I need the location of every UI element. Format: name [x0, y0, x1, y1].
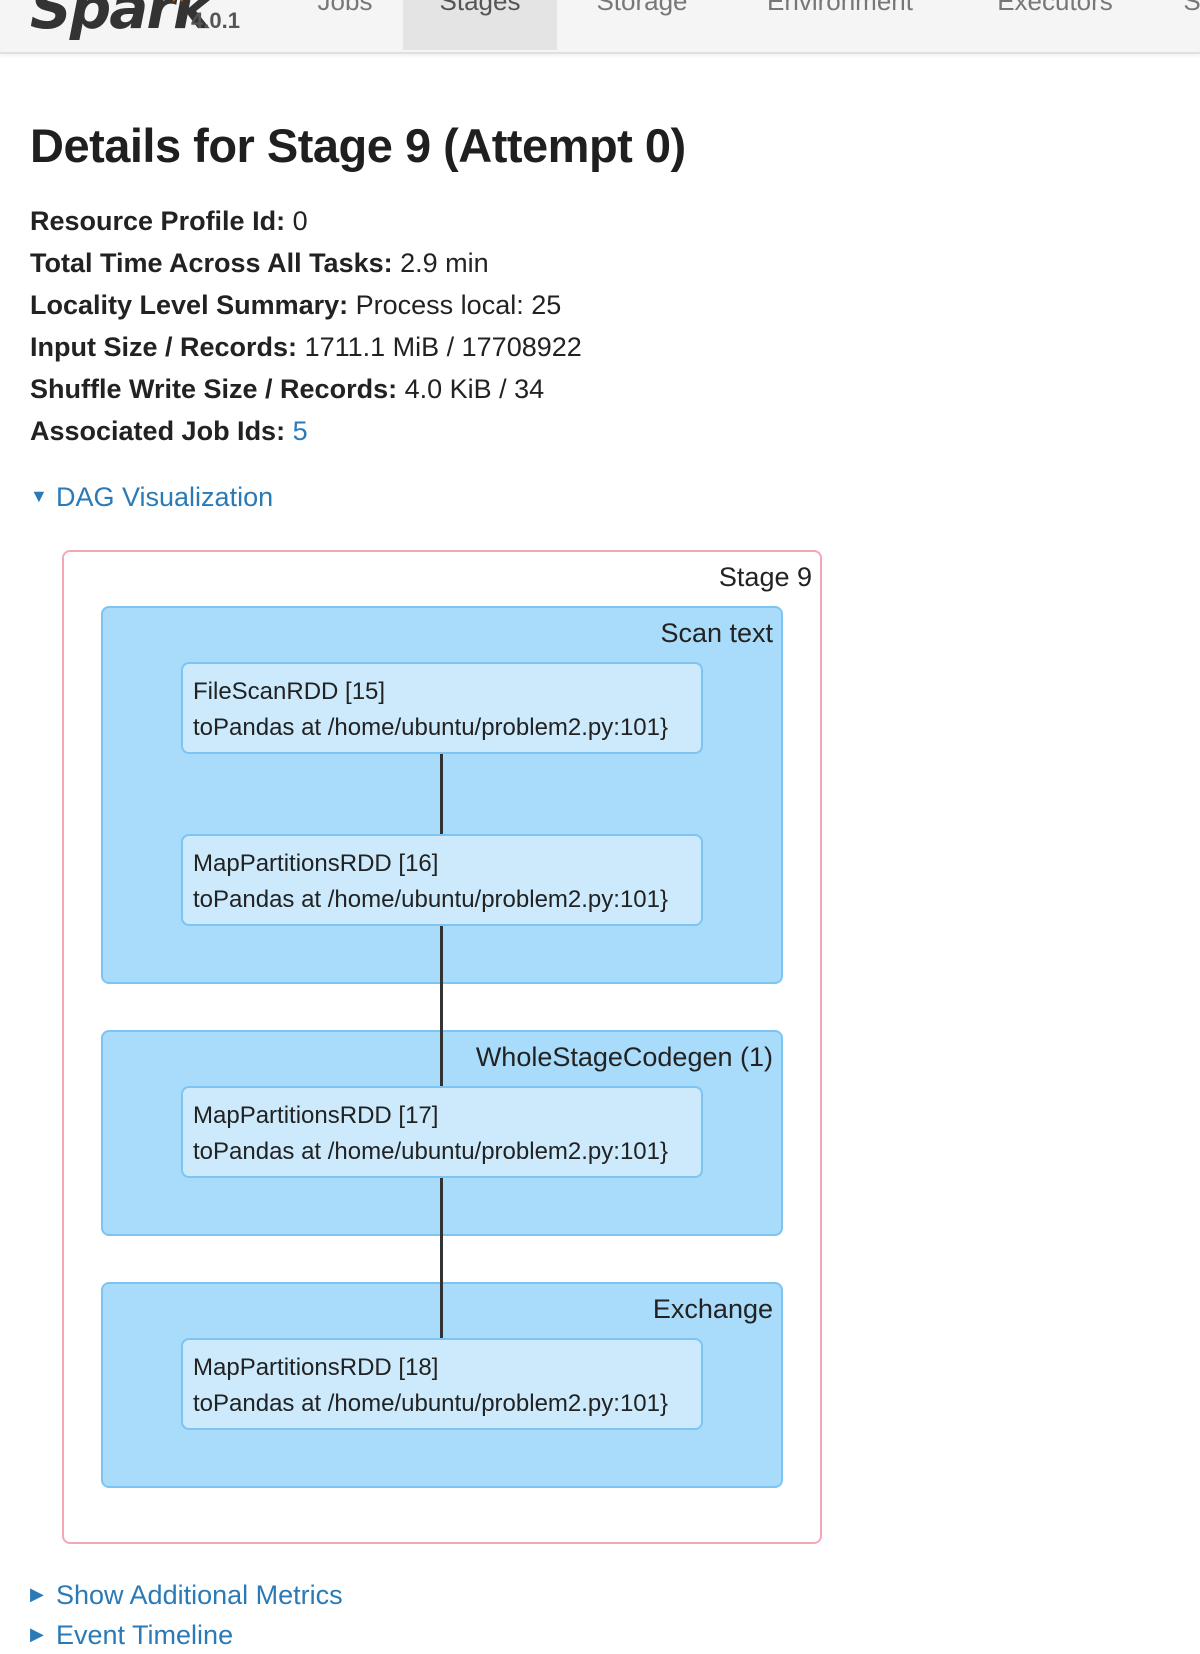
stage-summary-list: Resource Profile Id: 0 Total Time Across…	[30, 200, 582, 452]
summary-item-job-ids: Associated Job Ids: 5	[30, 416, 308, 446]
tab-jobs[interactable]: Jobs	[290, 0, 400, 50]
rdd-name: MapPartitionsRDD [17]	[193, 1102, 439, 1129]
rdd-name: MapPartitionsRDD [16]	[193, 850, 439, 877]
spark-version: 4.0.1	[191, 8, 240, 33]
dag-edge	[440, 754, 443, 836]
job-id-link[interactable]: 5	[293, 416, 308, 446]
additional-metrics-toggle[interactable]: ▶ Show Additional Metrics	[30, 1580, 343, 1611]
summary-item-total-time: Total Time Across All Tasks: 2.9 min	[30, 248, 489, 278]
dag-rdd-node[interactable]: MapPartitionsRDD [18] toPandas at /home/…	[181, 1338, 703, 1430]
rdd-name: FileScanRDD [15]	[193, 678, 386, 705]
rdd-callsite: toPandas at /home/ubuntu/problem2.py:101…	[193, 886, 669, 913]
dag-edge	[440, 926, 443, 1086]
rdd-callsite: toPandas at /home/ubuntu/problem2.py:101…	[193, 1138, 669, 1165]
rdd-callsite: toPandas at /home/ubuntu/problem2.py:101…	[193, 714, 669, 741]
tab-environment[interactable]: Environment	[740, 0, 940, 50]
brand-star-icon: ★	[168, 0, 188, 8]
caret-down-icon: ▼	[30, 486, 48, 507]
dag-cluster-label: WholeStageCodegen (1)	[475, 1042, 773, 1072]
dag-visualization-toggle[interactable]: ▼ DAG Visualization	[30, 482, 273, 513]
caret-right-icon: ▶	[30, 1624, 44, 1645]
dag-cluster-label: Exchange	[652, 1294, 773, 1324]
rdd-name: MapPartitionsRDD [18]	[193, 1354, 439, 1381]
dag-rdd-node[interactable]: FileScanRDD [15] toPandas at /home/ubunt…	[181, 662, 703, 754]
dag-rdd-node[interactable]: MapPartitionsRDD [16] toPandas at /home/…	[181, 834, 703, 926]
rdd-callsite: toPandas at /home/ubuntu/problem2.py:101…	[193, 1390, 669, 1417]
tab-stages[interactable]: Stages	[403, 0, 557, 50]
spark-logo[interactable]: Spark ★ 4.0.1	[26, 0, 256, 44]
dag-rdd-node[interactable]: MapPartitionsRDD [17] toPandas at /home/…	[181, 1086, 703, 1178]
top-navbar: Spark ★ 4.0.1 Jobs Stages Storage Enviro…	[0, 0, 1200, 54]
tab-executors[interactable]: Executors	[975, 0, 1135, 50]
summary-item-input-size: Input Size / Records: 1711.1 MiB / 17708…	[30, 332, 582, 362]
event-timeline-toggle[interactable]: ▶ Event Timeline	[30, 1620, 233, 1651]
summary-item-locality: Locality Level Summary: Process local: 2…	[30, 290, 562, 320]
dag-edge	[440, 1178, 443, 1338]
dag-cluster-label: Scan text	[660, 618, 773, 648]
caret-right-icon: ▶	[30, 1584, 44, 1605]
dag-stage-label: Stage 9	[718, 562, 812, 592]
summary-item-resource-profile: Resource Profile Id: 0	[30, 206, 308, 236]
tab-storage[interactable]: Storage	[572, 0, 712, 50]
summary-item-shuffle-write: Shuffle Write Size / Records: 4.0 KiB / …	[30, 374, 545, 404]
page-title: Details for Stage 9 (Attempt 0)	[30, 119, 686, 172]
tab-truncated[interactable]: S	[1172, 0, 1200, 50]
